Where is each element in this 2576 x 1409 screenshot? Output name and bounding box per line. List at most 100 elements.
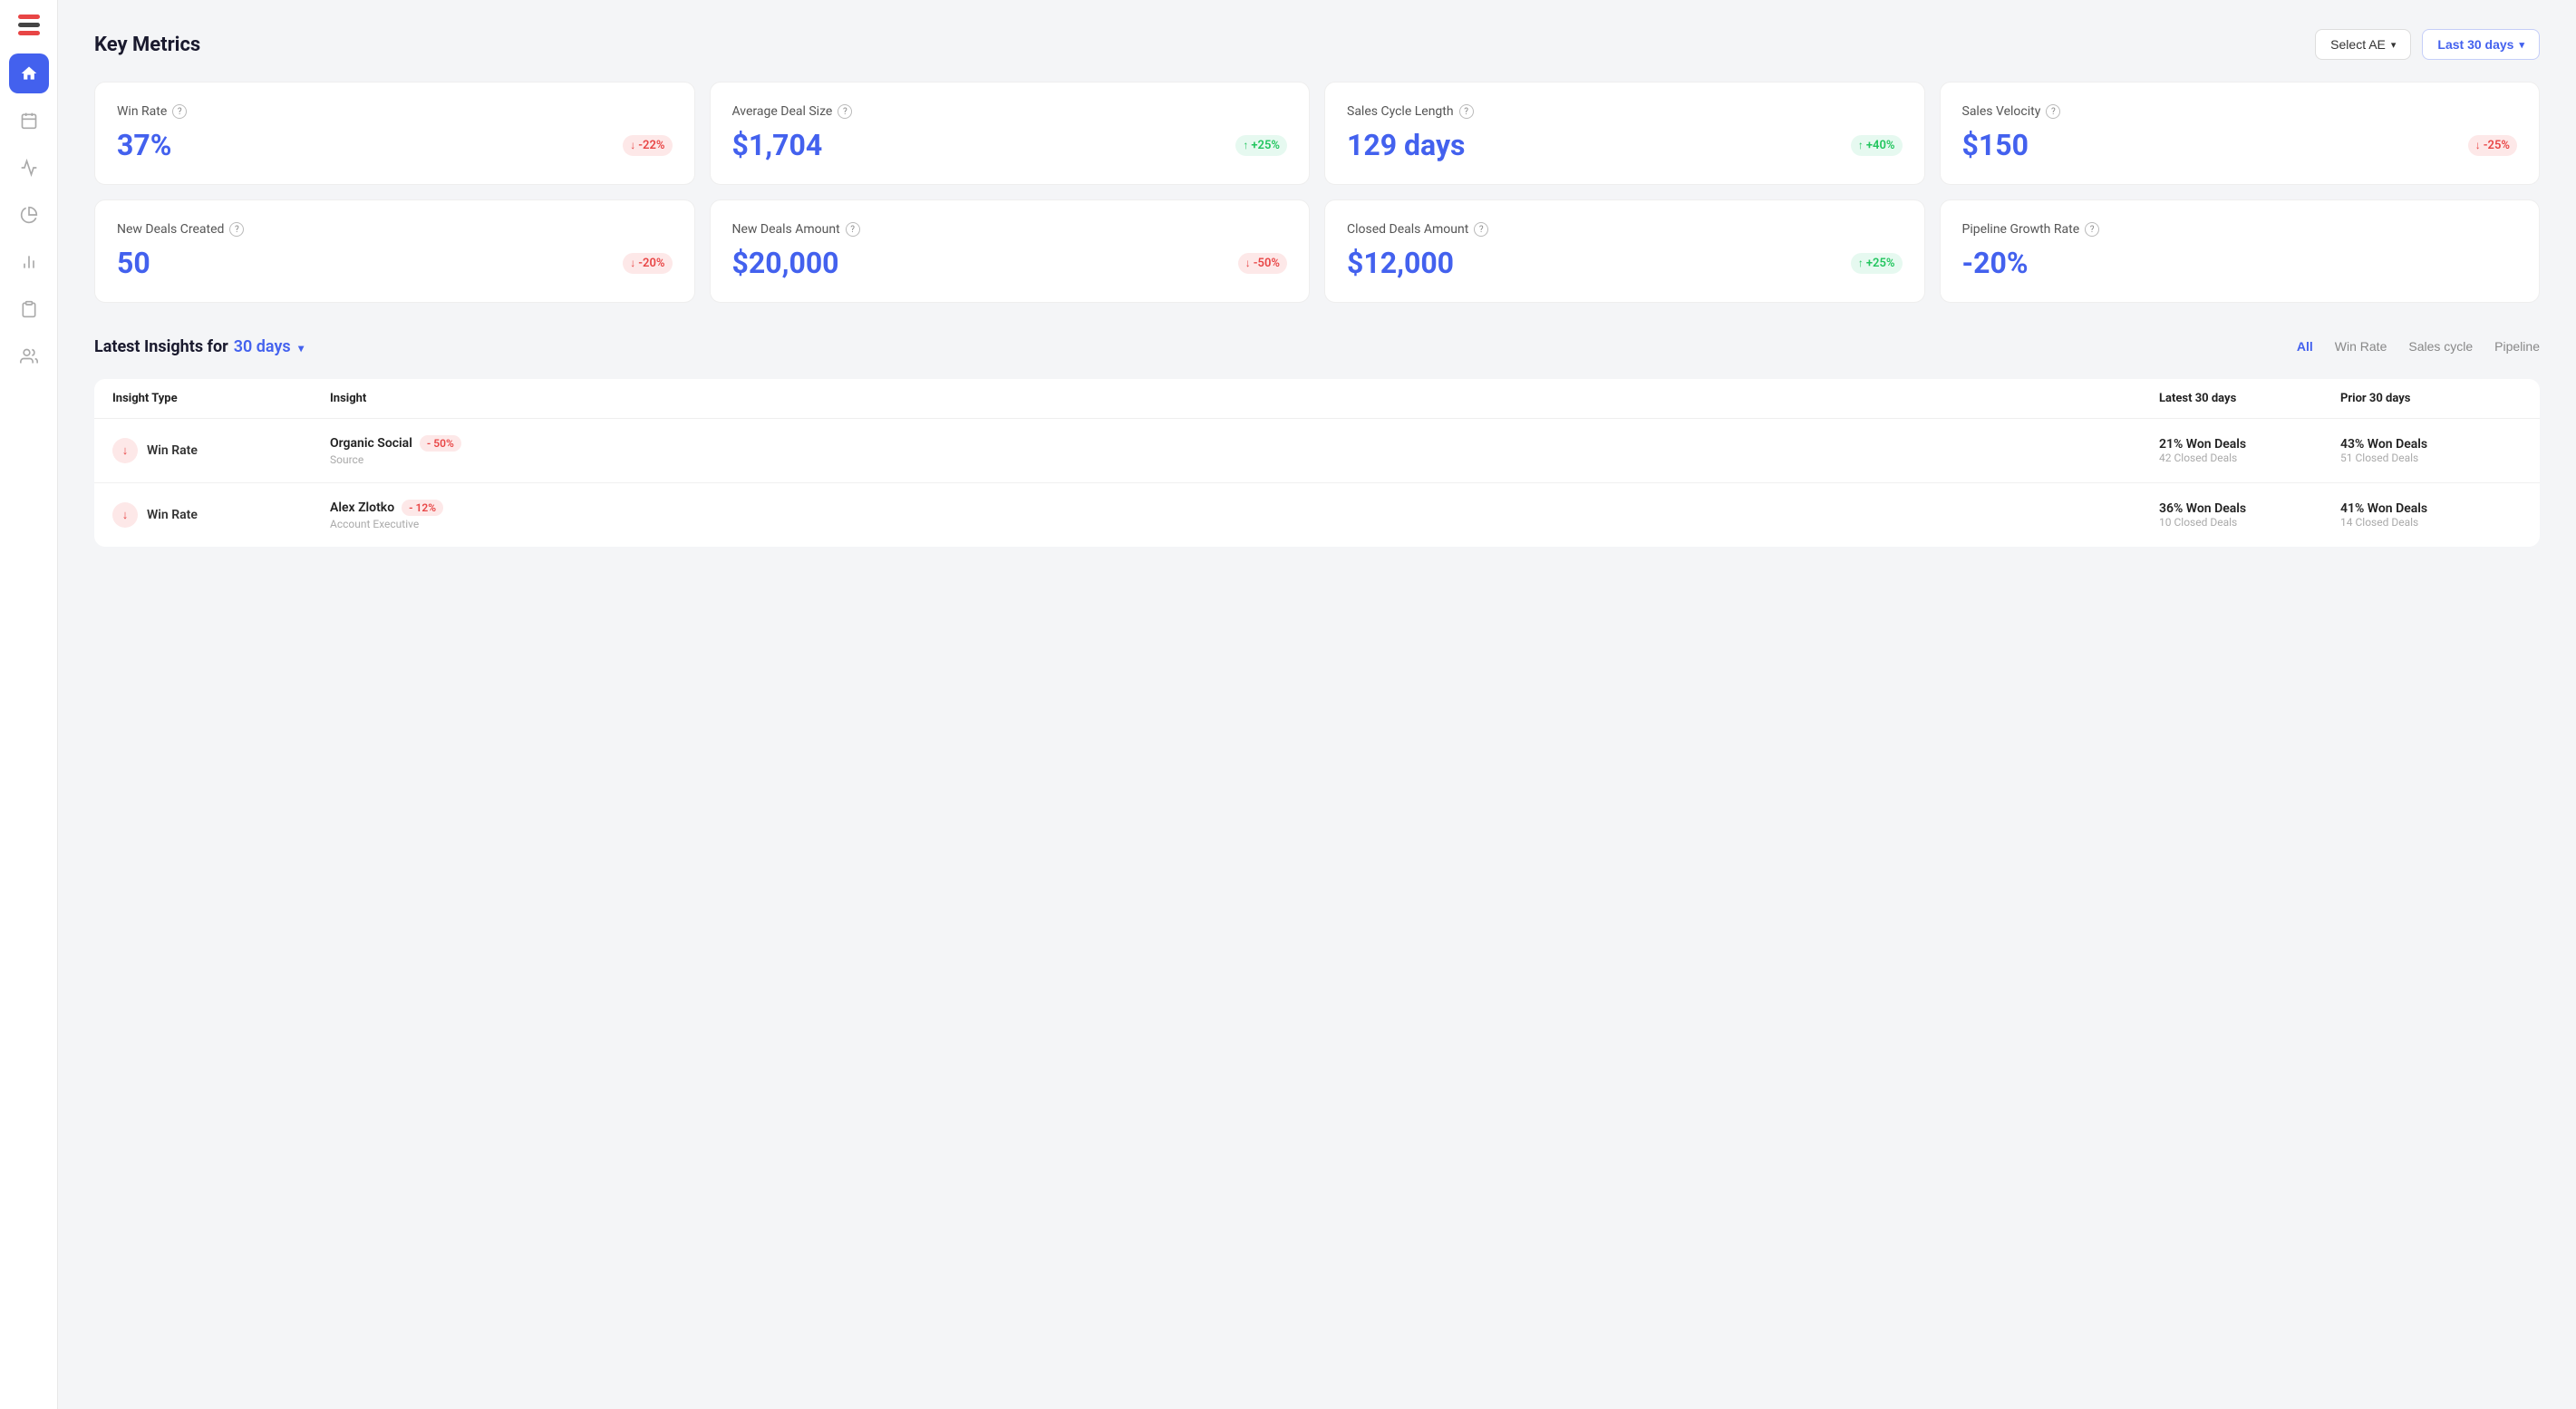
metric-label-text: New Deals Created [117, 222, 224, 237]
sidebar-item-chart[interactable] [9, 148, 49, 188]
metric-value: 37% [117, 128, 171, 162]
insights-filters: All Win Rate Sales cycle Pipeline [2297, 335, 2540, 357]
metric-value: 129 days [1347, 128, 1465, 162]
insight-type-cell: ↓ Win Rate [112, 438, 330, 463]
metric-label: New Deals Amount ? [732, 222, 1288, 237]
metric-label: Average Deal Size ? [732, 104, 1288, 119]
metric-label-text: Sales Velocity [1962, 104, 2041, 119]
insight-cell: Organic Social - 50% Source [330, 435, 2159, 466]
latest-sub: 42 Closed Deals [2159, 452, 2340, 464]
metric-label: New Deals Created ? [117, 222, 673, 237]
trend-down-icon: ↓ [112, 438, 138, 463]
help-icon[interactable]: ? [846, 222, 860, 237]
metric-label: Win Rate ? [117, 104, 673, 119]
metric-card-sales-cycle: Sales Cycle Length ? 129 days ↑ +40% [1324, 82, 1925, 185]
help-icon[interactable]: ? [2085, 222, 2099, 237]
metric-value: -20% [1962, 246, 2029, 280]
prior-metric-cell: 41% Won Deals 14 Closed Deals [2340, 501, 2522, 529]
metric-label: Sales Cycle Length ? [1347, 104, 1903, 119]
page-title: Key Metrics [94, 34, 200, 56]
metric-value: $20,000 [732, 246, 839, 280]
main-content: Key Metrics Select AE ▾ Last 30 days ▾ W… [58, 0, 2576, 1409]
insight-cell: Alex Zlotko - 12% Account Executive [330, 500, 2159, 530]
insight-name-row: Organic Social - 50% [330, 435, 2159, 452]
insight-type-label: Win Rate [147, 508, 198, 522]
insight-type-label: Win Rate [147, 443, 198, 458]
arrow-icon: ↑ [1858, 257, 1864, 269]
metric-value: $1,704 [732, 128, 823, 162]
metric-badge: ↑ +25% [1235, 135, 1287, 156]
filter-pipeline[interactable]: Pipeline [2494, 335, 2540, 357]
sidebar-item-home[interactable] [9, 53, 49, 93]
sidebar-item-bar[interactable] [9, 242, 49, 282]
insight-name-row: Alex Zlotko - 12% [330, 500, 2159, 516]
metrics-grid-row1: Win Rate ? 37% ↓ -22% Average Deal Size ? $1… [94, 82, 2540, 185]
arrow-icon: ↑ [1858, 139, 1864, 151]
help-icon[interactable]: ? [1459, 104, 1474, 119]
filter-sales-cycle[interactable]: Sales cycle [2408, 335, 2473, 357]
latest-metric-cell: 36% Won Deals 10 Closed Deals [2159, 501, 2340, 529]
select-ae-label: Select AE [2330, 37, 2386, 52]
sidebar-item-pie[interactable] [9, 195, 49, 235]
table-header: Insight TypeInsightLatest 30 daysPrior 3… [94, 379, 2540, 419]
metric-value-row: 37% ↓ -22% [117, 128, 673, 162]
metric-value-row: $1,704 ↑ +25% [732, 128, 1288, 162]
date-range-dropdown[interactable]: Last 30 days ▾ [2422, 29, 2540, 60]
sidebar-item-calendar[interactable] [9, 101, 49, 141]
insights-table: Insight TypeInsightLatest 30 daysPrior 3… [94, 379, 2540, 547]
table-header-cell: Prior 30 days [2340, 392, 2522, 405]
table-header-cell: Insight Type [112, 392, 330, 405]
select-ae-dropdown[interactable]: Select AE ▾ [2315, 29, 2411, 60]
help-icon[interactable]: ? [229, 222, 244, 237]
help-icon[interactable]: ? [2046, 104, 2060, 119]
metric-badge: ↑ +25% [1851, 253, 1903, 274]
prior-sub: 51 Closed Deals [2340, 452, 2522, 464]
prior-sub: 14 Closed Deals [2340, 516, 2522, 529]
table-header-cell: Insight [330, 392, 2159, 405]
prior-main: 43% Won Deals [2340, 437, 2522, 452]
chevron-down-icon-period: ▾ [298, 342, 304, 355]
metric-value-row: $12,000 ↑ +25% [1347, 246, 1903, 280]
metric-value-row: $20,000↓ -50% [732, 246, 1288, 280]
insight-name: Organic Social [330, 436, 412, 451]
metric-label-text: Closed Deals Amount [1347, 222, 1468, 237]
latest-sub: 10 Closed Deals [2159, 516, 2340, 529]
latest-main: 21% Won Deals [2159, 437, 2340, 452]
header-controls: Select AE ▾ Last 30 days ▾ [2315, 29, 2540, 60]
sidebar-item-team[interactable] [9, 336, 49, 376]
metric-card-closed-deals-amount: Closed Deals Amount ? $12,000 ↑ +25% [1324, 199, 1925, 303]
insight-badge: - 50% [420, 435, 461, 452]
metric-card-win-rate: Win Rate ? 37% ↓ -22% [94, 82, 695, 185]
table-header-cell: Latest 30 days [2159, 392, 2340, 405]
metric-card-new-deals-created: New Deals Created ?50↓ -20% [94, 199, 695, 303]
metric-label-text: New Deals Amount [732, 222, 840, 237]
metric-label: Closed Deals Amount ? [1347, 222, 1903, 237]
chevron-down-icon-2: ▾ [2519, 39, 2524, 51]
filter-all[interactable]: All [2297, 335, 2313, 357]
sidebar-item-clipboard[interactable] [9, 289, 49, 329]
chevron-down-icon: ▾ [2391, 39, 2397, 51]
metric-badge: ↓ -22% [623, 135, 672, 156]
logo-bar-1 [18, 15, 40, 19]
metric-badge: ↓ -20% [623, 253, 672, 274]
metric-value-row: -20% [1962, 246, 2518, 280]
latest-main: 36% Won Deals [2159, 501, 2340, 516]
help-icon[interactable]: ? [1474, 222, 1488, 237]
arrow-icon: ↓ [630, 139, 635, 151]
arrow-icon: ↑ [1243, 139, 1248, 151]
latest-metric-cell: 21% Won Deals 42 Closed Deals [2159, 437, 2340, 464]
date-range-label: Last 30 days [2437, 37, 2513, 52]
filter-win-rate[interactable]: Win Rate [2335, 335, 2387, 357]
help-icon[interactable]: ? [838, 104, 852, 119]
metric-badge: ↓ -25% [2468, 135, 2517, 156]
metric-card-sales-velocity: Sales Velocity ? $150 ↓ -25% [1940, 82, 2541, 185]
metric-card-avg-deal-size: Average Deal Size ? $1,704 ↑ +25% [710, 82, 1311, 185]
metric-value: $12,000 [1347, 246, 1454, 280]
metric-value: $150 [1962, 128, 2029, 162]
insights-section-header: Latest Insights for 30 days ▾ AllWin Rat… [94, 335, 2540, 357]
help-icon[interactable]: ? [172, 104, 187, 119]
metric-card-pipeline-growth: Pipeline Growth Rate ?-20% [1940, 199, 2541, 303]
arrow-icon: ↓ [2475, 139, 2481, 151]
metric-badge: ↑ +40% [1851, 135, 1903, 156]
table-row: ↓ Win Rate Alex Zlotko - 12% Account Exe… [94, 483, 2540, 547]
